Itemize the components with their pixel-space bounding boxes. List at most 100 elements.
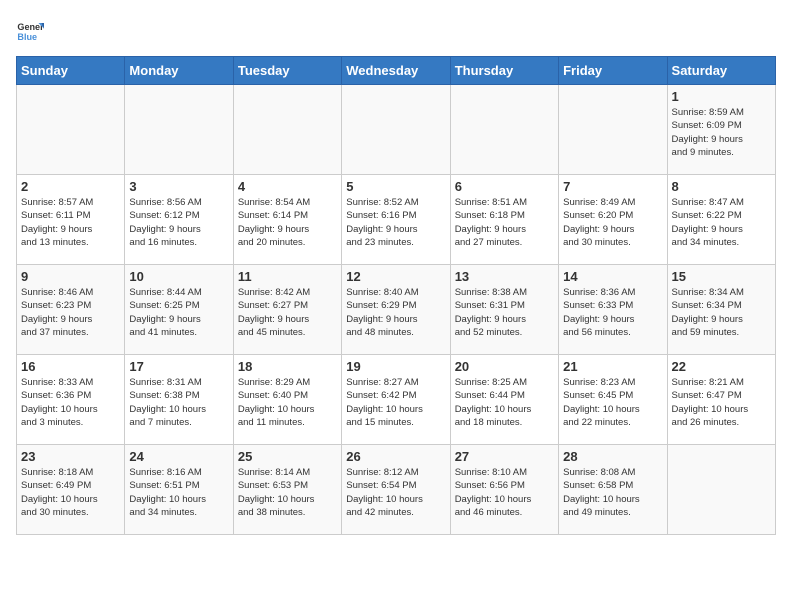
calendar-cell: 22 Sunrise: 8:21 AM Sunset: 6:47 PM Dayli… bbox=[667, 355, 775, 445]
calendar-cell: 12 Sunrise: 8:40 AM Sunset: 6:29 PM Dayli… bbox=[342, 265, 450, 355]
day-info: Sunrise: 8:40 AM Sunset: 6:29 PM Dayligh… bbox=[346, 286, 445, 339]
header: General Blue bbox=[16, 16, 776, 44]
calendar-cell: 13Sunrise: 8:38 AM Sunset: 6:31 PM Dayli… bbox=[450, 265, 558, 355]
calendar-cell: 16 Sunrise: 8:33 AM Sunset: 6:36 PM Dayli… bbox=[17, 355, 125, 445]
day-number: 21 bbox=[563, 359, 662, 374]
day-info: Sunrise: 8:18 AM Sunset: 6:49 PM Dayligh… bbox=[21, 466, 120, 519]
calendar-cell: 20 Sunrise: 8:25 AM Sunset: 6:44 PM Dayli… bbox=[450, 355, 558, 445]
day-number: 4 bbox=[238, 179, 337, 194]
column-header-friday: Friday bbox=[559, 57, 667, 85]
calendar-cell: 19 Sunrise: 8:27 AM Sunset: 6:42 PM Dayli… bbox=[342, 355, 450, 445]
day-info: Sunrise: 8:27 AM Sunset: 6:42 PM Dayligh… bbox=[346, 376, 445, 429]
day-info: Sunrise: 8:25 AM Sunset: 6:44 PM Dayligh… bbox=[455, 376, 554, 429]
calendar-cell: 10 Sunrise: 8:44 AM Sunset: 6:25 PM Dayli… bbox=[125, 265, 233, 355]
day-number: 16 bbox=[21, 359, 120, 374]
calendar-week-1: 1Sunrise: 8:59 AM Sunset: 6:09 PM Daylig… bbox=[17, 85, 776, 175]
calendar-cell bbox=[17, 85, 125, 175]
calendar-cell: 14 Sunrise: 8:36 AM Sunset: 6:33 PM Dayli… bbox=[559, 265, 667, 355]
day-info: Sunrise: 8:21 AM Sunset: 6:47 PM Dayligh… bbox=[672, 376, 771, 429]
calendar-table: SundayMondayTuesdayWednesdayThursdayFrid… bbox=[16, 56, 776, 535]
logo-icon: General Blue bbox=[16, 16, 44, 44]
day-info: Sunrise: 8:57 AM Sunset: 6:11 PM Dayligh… bbox=[21, 196, 120, 249]
day-info: Sunrise: 8:10 AM Sunset: 6:56 PM Dayligh… bbox=[455, 466, 554, 519]
column-header-sunday: Sunday bbox=[17, 57, 125, 85]
day-info: Sunrise: 8:12 AM Sunset: 6:54 PM Dayligh… bbox=[346, 466, 445, 519]
day-info: Sunrise: 8:36 AM Sunset: 6:33 PM Dayligh… bbox=[563, 286, 662, 339]
day-number: 22 bbox=[672, 359, 771, 374]
day-number: 28 bbox=[563, 449, 662, 464]
day-number: 11 bbox=[238, 269, 337, 284]
calendar-cell: 17 Sunrise: 8:31 AM Sunset: 6:38 PM Dayli… bbox=[125, 355, 233, 445]
day-number: 19 bbox=[346, 359, 445, 374]
day-info: Sunrise: 8:23 AM Sunset: 6:45 PM Dayligh… bbox=[563, 376, 662, 429]
day-number: 15 bbox=[672, 269, 771, 284]
day-number: 18 bbox=[238, 359, 337, 374]
calendar-cell: 27 Sunrise: 8:10 AM Sunset: 6:56 PM Dayli… bbox=[450, 445, 558, 535]
day-number: 26 bbox=[346, 449, 445, 464]
column-header-saturday: Saturday bbox=[667, 57, 775, 85]
calendar-cell: 11 Sunrise: 8:42 AM Sunset: 6:27 PM Dayli… bbox=[233, 265, 341, 355]
day-info: Sunrise: 8:42 AM Sunset: 6:27 PM Dayligh… bbox=[238, 286, 337, 339]
calendar-cell: 24 Sunrise: 8:16 AM Sunset: 6:51 PM Dayli… bbox=[125, 445, 233, 535]
day-info: Sunrise: 8:54 AM Sunset: 6:14 PM Dayligh… bbox=[238, 196, 337, 249]
day-number: 7 bbox=[563, 179, 662, 194]
calendar-cell: 1Sunrise: 8:59 AM Sunset: 6:09 PM Daylig… bbox=[667, 85, 775, 175]
calendar-cell: 26 Sunrise: 8:12 AM Sunset: 6:54 PM Dayli… bbox=[342, 445, 450, 535]
logo: General Blue bbox=[16, 16, 48, 44]
day-number: 17 bbox=[129, 359, 228, 374]
day-number: 12 bbox=[346, 269, 445, 284]
day-number: 13 bbox=[455, 269, 554, 284]
calendar-header-row: SundayMondayTuesdayWednesdayThursdayFrid… bbox=[17, 57, 776, 85]
calendar-cell: 15 Sunrise: 8:34 AM Sunset: 6:34 PM Dayli… bbox=[667, 265, 775, 355]
day-info: Sunrise: 8:44 AM Sunset: 6:25 PM Dayligh… bbox=[129, 286, 228, 339]
day-number: 8 bbox=[672, 179, 771, 194]
day-number: 25 bbox=[238, 449, 337, 464]
day-info: Sunrise: 8:51 AM Sunset: 6:18 PM Dayligh… bbox=[455, 196, 554, 249]
calendar-cell bbox=[559, 85, 667, 175]
calendar-cell: 8 Sunrise: 8:47 AM Sunset: 6:22 PM Daylig… bbox=[667, 175, 775, 265]
calendar-week-3: 9Sunrise: 8:46 AM Sunset: 6:23 PM Daylig… bbox=[17, 265, 776, 355]
day-info: Sunrise: 8:56 AM Sunset: 6:12 PM Dayligh… bbox=[129, 196, 228, 249]
day-number: 3 bbox=[129, 179, 228, 194]
calendar-cell: 6Sunrise: 8:51 AM Sunset: 6:18 PM Daylig… bbox=[450, 175, 558, 265]
calendar-cell bbox=[125, 85, 233, 175]
day-info: Sunrise: 8:47 AM Sunset: 6:22 PM Dayligh… bbox=[672, 196, 771, 249]
day-info: Sunrise: 8:33 AM Sunset: 6:36 PM Dayligh… bbox=[21, 376, 120, 429]
calendar-cell: 7 Sunrise: 8:49 AM Sunset: 6:20 PM Daylig… bbox=[559, 175, 667, 265]
day-number: 23 bbox=[21, 449, 120, 464]
calendar-week-5: 23 Sunrise: 8:18 AM Sunset: 6:49 PM Dayli… bbox=[17, 445, 776, 535]
day-info: Sunrise: 8:34 AM Sunset: 6:34 PM Dayligh… bbox=[672, 286, 771, 339]
calendar-cell: 28 Sunrise: 8:08 AM Sunset: 6:58 PM Dayli… bbox=[559, 445, 667, 535]
day-info: Sunrise: 8:31 AM Sunset: 6:38 PM Dayligh… bbox=[129, 376, 228, 429]
day-info: Sunrise: 8:29 AM Sunset: 6:40 PM Dayligh… bbox=[238, 376, 337, 429]
calendar-cell: 21 Sunrise: 8:23 AM Sunset: 6:45 PM Dayli… bbox=[559, 355, 667, 445]
day-info: Sunrise: 8:49 AM Sunset: 6:20 PM Dayligh… bbox=[563, 196, 662, 249]
day-number: 2 bbox=[21, 179, 120, 194]
day-info: Sunrise: 8:08 AM Sunset: 6:58 PM Dayligh… bbox=[563, 466, 662, 519]
day-number: 24 bbox=[129, 449, 228, 464]
day-number: 5 bbox=[346, 179, 445, 194]
calendar-cell bbox=[342, 85, 450, 175]
day-info: Sunrise: 8:59 AM Sunset: 6:09 PM Dayligh… bbox=[672, 106, 771, 159]
calendar-cell: 18 Sunrise: 8:29 AM Sunset: 6:40 PM Dayli… bbox=[233, 355, 341, 445]
calendar-body: 1Sunrise: 8:59 AM Sunset: 6:09 PM Daylig… bbox=[17, 85, 776, 535]
column-header-monday: Monday bbox=[125, 57, 233, 85]
calendar-cell bbox=[667, 445, 775, 535]
day-number: 20 bbox=[455, 359, 554, 374]
day-number: 27 bbox=[455, 449, 554, 464]
calendar-cell: 2 Sunrise: 8:57 AM Sunset: 6:11 PM Daylig… bbox=[17, 175, 125, 265]
column-header-wednesday: Wednesday bbox=[342, 57, 450, 85]
svg-text:Blue: Blue bbox=[17, 32, 37, 42]
calendar-cell bbox=[450, 85, 558, 175]
calendar-cell: 3 Sunrise: 8:56 AM Sunset: 6:12 PM Daylig… bbox=[125, 175, 233, 265]
calendar-cell: 5Sunrise: 8:52 AM Sunset: 6:16 PM Daylig… bbox=[342, 175, 450, 265]
calendar-week-4: 16 Sunrise: 8:33 AM Sunset: 6:36 PM Dayli… bbox=[17, 355, 776, 445]
day-info: Sunrise: 8:16 AM Sunset: 6:51 PM Dayligh… bbox=[129, 466, 228, 519]
calendar-cell: 9Sunrise: 8:46 AM Sunset: 6:23 PM Daylig… bbox=[17, 265, 125, 355]
column-header-thursday: Thursday bbox=[450, 57, 558, 85]
column-header-tuesday: Tuesday bbox=[233, 57, 341, 85]
day-info: Sunrise: 8:46 AM Sunset: 6:23 PM Dayligh… bbox=[21, 286, 120, 339]
day-number: 10 bbox=[129, 269, 228, 284]
calendar-week-2: 2 Sunrise: 8:57 AM Sunset: 6:11 PM Daylig… bbox=[17, 175, 776, 265]
day-number: 14 bbox=[563, 269, 662, 284]
